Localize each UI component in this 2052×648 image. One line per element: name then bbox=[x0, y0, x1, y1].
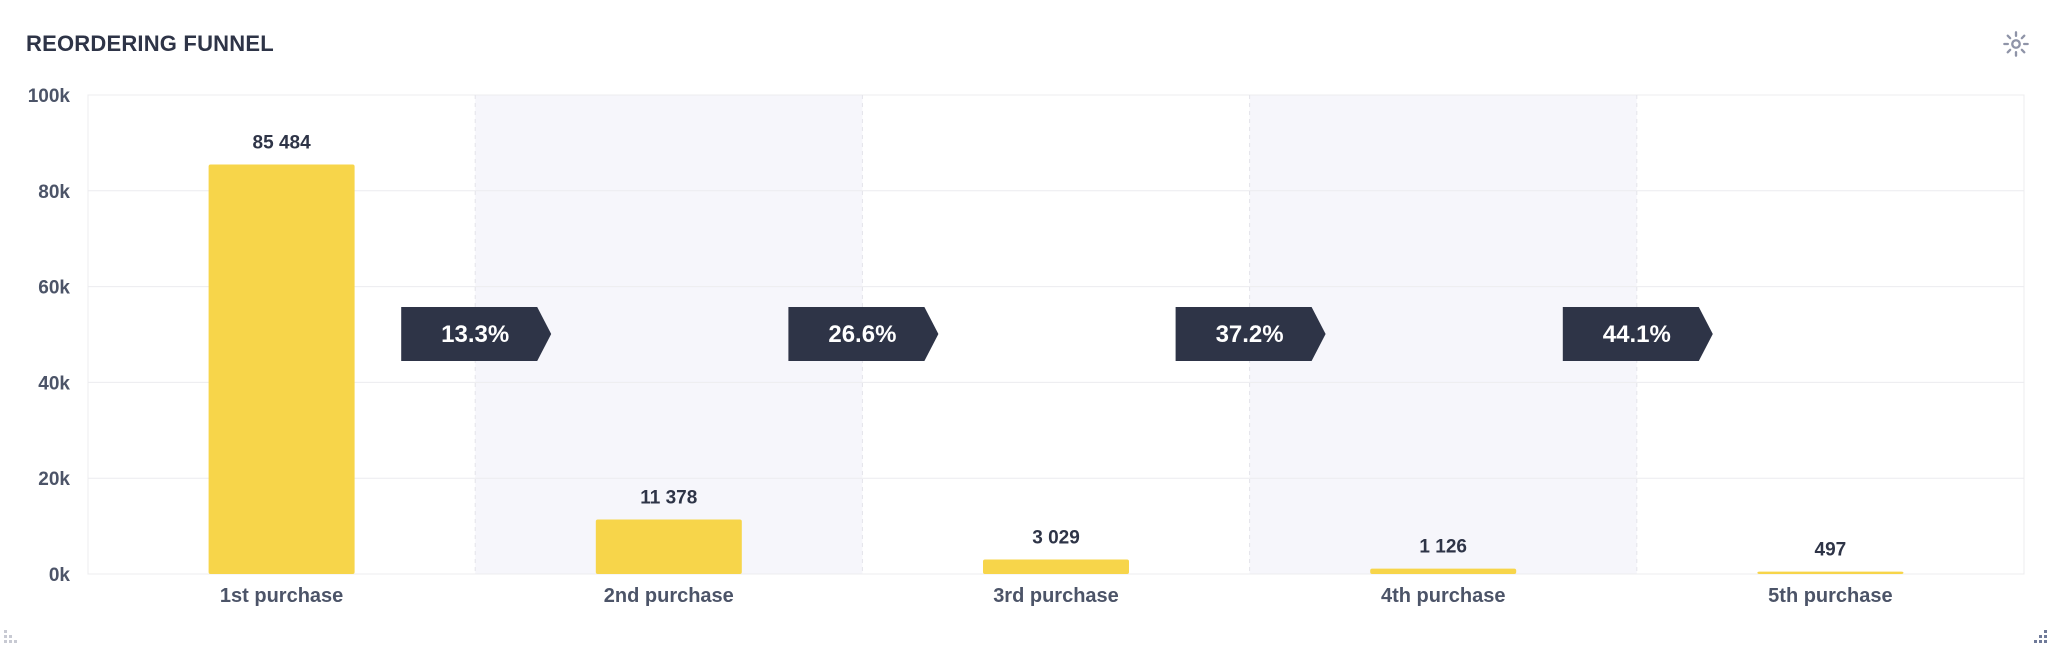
y-tick-label: 60k bbox=[38, 278, 70, 299]
bar bbox=[595, 519, 742, 574]
resize-handle-right-icon[interactable] bbox=[2032, 628, 2050, 646]
bar-value-label: 3 029 bbox=[1032, 527, 1080, 548]
y-tick-label: 20k bbox=[38, 469, 70, 490]
conversion-rate-label: 13.3% bbox=[441, 321, 509, 348]
category-label: 3rd purchase bbox=[993, 585, 1119, 607]
conversion-rate-label: 37.2% bbox=[1216, 321, 1284, 348]
category-label: 2nd purchase bbox=[604, 585, 734, 607]
y-tick-label: 40k bbox=[38, 373, 70, 394]
bar-value-label: 11 378 bbox=[640, 487, 697, 508]
bar-value-label: 497 bbox=[1815, 540, 1847, 561]
category-label: 4th purchase bbox=[1381, 585, 1505, 607]
bar-value-label: 1 126 bbox=[1419, 537, 1467, 558]
y-tick-label: 80k bbox=[38, 182, 70, 203]
resize-handle-left-icon[interactable] bbox=[2, 628, 20, 646]
y-tick-label: 0k bbox=[49, 565, 71, 586]
conversion-rate-label: 26.6% bbox=[828, 321, 896, 348]
bar bbox=[983, 559, 1129, 574]
conversion-rate-label: 44.1% bbox=[1603, 321, 1671, 348]
y-tick-label: 100k bbox=[28, 86, 71, 107]
funnel-card: REORDERING FUNNEL 0k 20k 40k 60k 80k 100k 85 4… bbox=[0, 0, 2052, 648]
bar bbox=[1370, 568, 1517, 574]
bar-value-label: 85 484 bbox=[253, 133, 312, 154]
plot-frame bbox=[87, 94, 2025, 575]
category-label: 5th purchase bbox=[1768, 585, 1892, 607]
category-label: 1st purchase bbox=[220, 585, 343, 607]
bar bbox=[1757, 571, 1904, 574]
funnel-chart: 0k 20k 40k 60k 80k 100k 85 484 1st purchase 11 3… bbox=[28, 86, 2025, 607]
bar bbox=[208, 164, 355, 574]
